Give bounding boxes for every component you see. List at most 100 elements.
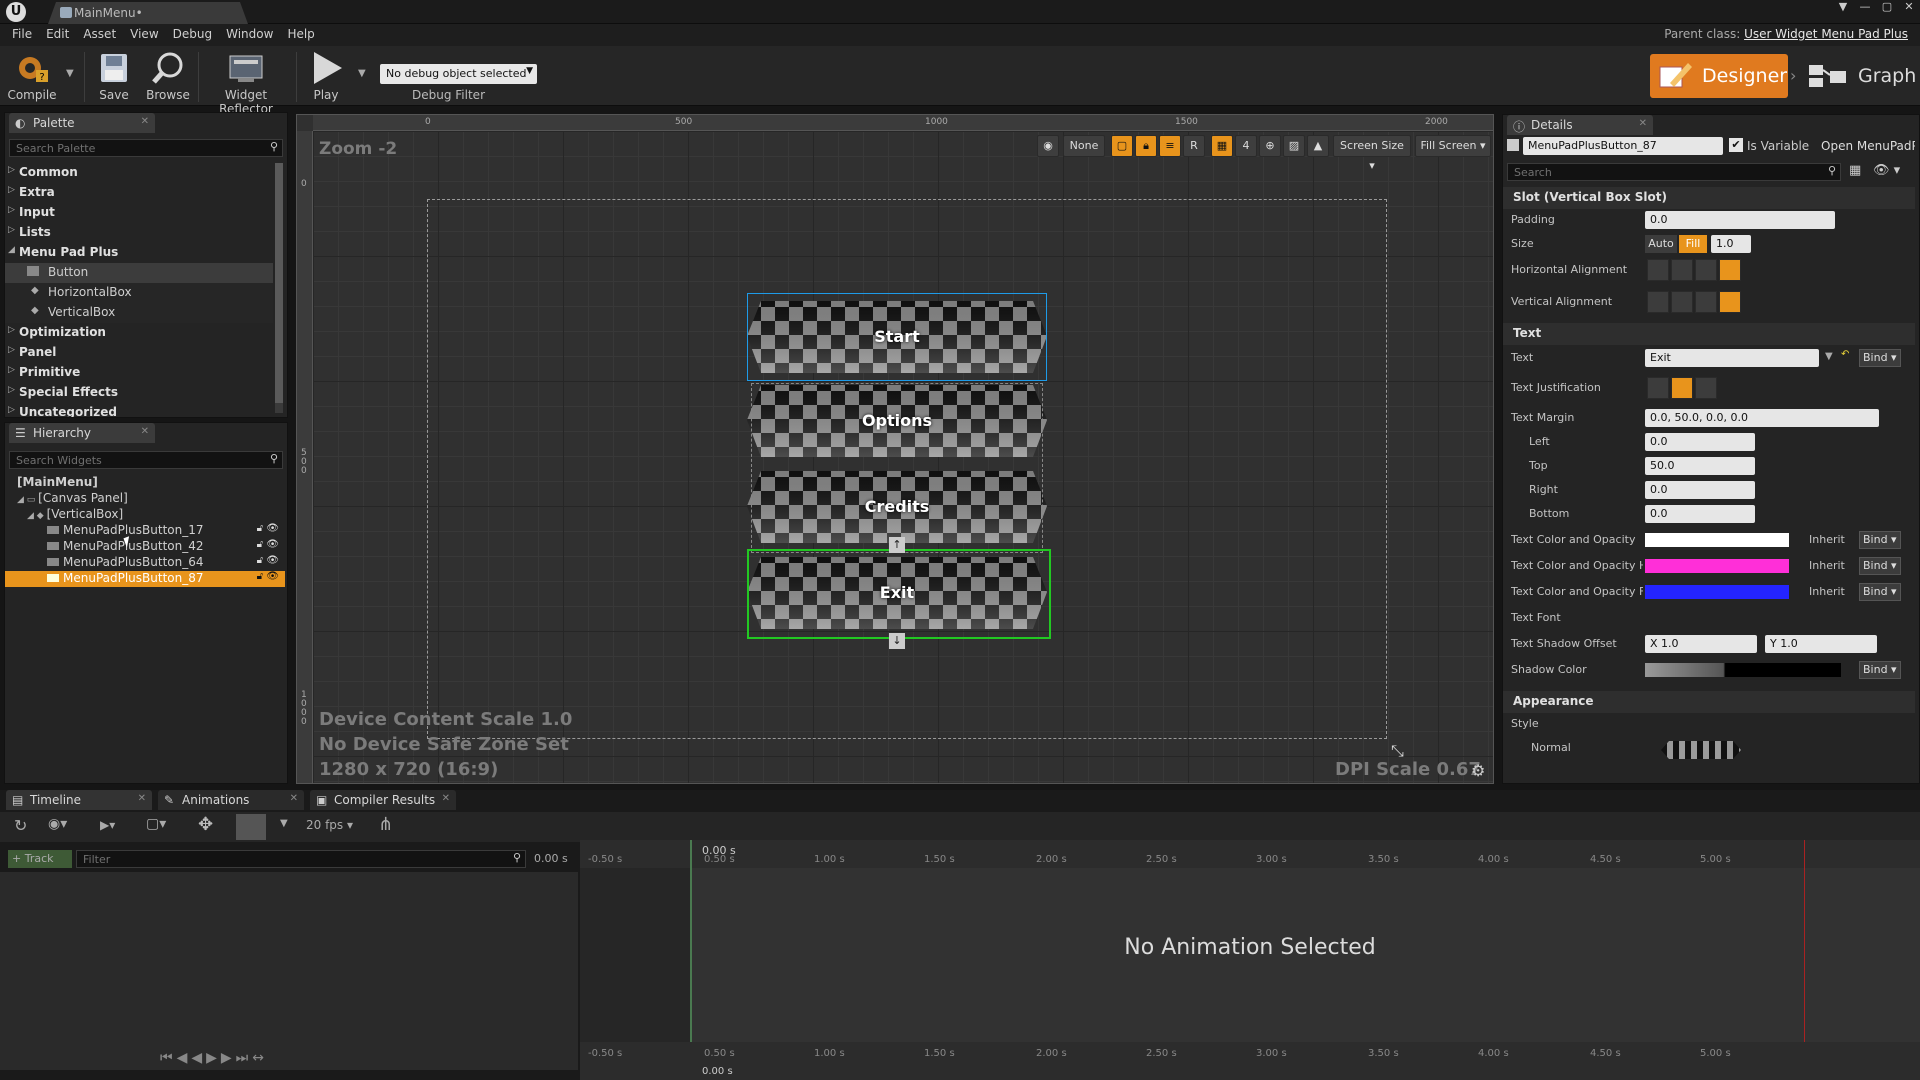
align-fill-icon[interactable]	[1719, 259, 1741, 281]
flow-direction-button[interactable]: None	[1063, 135, 1105, 157]
open-class-link[interactable]: Open MenuPadPl	[1821, 139, 1915, 153]
tree-row-button-42[interactable]: MenuPadPlusButton_42 🔓︎ 👁︎	[5, 539, 285, 555]
grid-snap-icon[interactable]: ▦	[1211, 135, 1233, 157]
close-icon[interactable]: ✕	[1639, 118, 1647, 129]
menu-debug[interactable]: Debug	[169, 24, 222, 46]
palette-category[interactable]: ▷ Panel	[5, 343, 273, 363]
close-button[interactable]: ✕	[1898, 0, 1920, 14]
color-focus-bind-button[interactable]: Bind ▾	[1859, 583, 1901, 601]
close-icon[interactable]: ✕	[141, 116, 149, 127]
tree-row-canvas-panel[interactable]: ◢ ▭ [Canvas Panel]	[5, 491, 285, 507]
align-middle-icon[interactable]	[1671, 291, 1693, 313]
debug-object-dropdown[interactable]: No debug object selected ▼	[380, 64, 537, 84]
track-filter-input[interactable]: Filter ⚲	[76, 850, 526, 868]
minimize-button[interactable]: —	[1854, 0, 1876, 14]
justify-center-icon[interactable]	[1671, 377, 1693, 399]
slot-section-header[interactable]: Slot (Vertical Box Slot)	[1503, 187, 1915, 209]
palette-category[interactable]: ▷ Special Effects	[5, 383, 273, 403]
resize-handle-icon[interactable]: ⤡	[1391, 741, 1404, 761]
menu-window[interactable]: Window	[222, 24, 283, 46]
widget-name-input[interactable]: MenuPadPlusButton_87	[1523, 137, 1723, 155]
menu-edit[interactable]: Edit	[42, 24, 79, 46]
tree-row-button-64[interactable]: MenuPadPlusButton_64 🔓︎ 👁︎	[5, 555, 285, 571]
palette-category[interactable]: ▷ Optimization	[5, 323, 273, 343]
compiler-results-tab[interactable]: ▣ Compiler Results ✕	[310, 790, 456, 810]
palette-tab[interactable]: ◐ Palette ✕	[9, 113, 155, 133]
color-bind-button[interactable]: Bind ▾	[1859, 531, 1901, 549]
shadow-offset-y-input[interactable]: Y 1.0	[1765, 635, 1877, 653]
align-bottom-icon[interactable]	[1695, 291, 1717, 313]
camera-icon[interactable]: ◉▾	[48, 816, 67, 832]
menu-view[interactable]: View	[126, 24, 168, 46]
shadow-offset-x-input[interactable]: X 1.0	[1645, 635, 1757, 653]
transport-controls[interactable]: ⏮◀◀▶▶⏭↔	[160, 1050, 268, 1066]
lock-eye-icon[interactable]: 🔓︎ 👁︎	[257, 539, 279, 550]
text-color-swatch[interactable]	[1645, 533, 1789, 547]
layout-toggle-icon[interactable]: ≡	[1159, 135, 1181, 157]
close-icon[interactable]: ✕	[442, 793, 450, 804]
size-fill-button[interactable]: Fill	[1679, 235, 1707, 253]
align-top-icon[interactable]	[1647, 291, 1669, 313]
size-value-input[interactable]: 1.0	[1711, 235, 1751, 253]
palette-search-input[interactable]: Search Palette ⚲	[9, 139, 283, 157]
animations-tab[interactable]: ✎ Animations ✕	[158, 790, 304, 810]
screen-size-dropdown[interactable]: Screen Size ▾	[1333, 135, 1411, 172]
details-search-input[interactable]: Search ⚲	[1507, 163, 1841, 181]
lock-eye-icon[interactable]: 🔓︎ 👁︎	[257, 555, 279, 566]
palette-item-horizontalbox[interactable]: ◆ HorizontalBox	[5, 283, 273, 303]
lock-icon[interactable]: 🔒︎	[1135, 135, 1157, 157]
frame-snap-button[interactable]	[236, 814, 266, 840]
browse-button[interactable]: Browse	[142, 50, 194, 106]
hierarchy-search-input[interactable]: Search Widgets ⚲	[9, 451, 283, 469]
zoom-fit-icon[interactable]: ⊕	[1259, 135, 1281, 157]
play-options-icon[interactable]: ▶▾	[100, 818, 115, 832]
margin-left-input[interactable]: 0.0	[1645, 433, 1755, 451]
play-options-arrow-icon[interactable]: ▼	[358, 68, 366, 79]
parent-class-link[interactable]: User Widget Menu Pad Plus	[1744, 27, 1908, 41]
tree-row-verticalbox[interactable]: ◢ ◆ [VerticalBox]	[5, 507, 285, 523]
property-matrix-icon[interactable]: ▦	[1849, 163, 1869, 181]
grid-size-button[interactable]: 4	[1235, 135, 1257, 157]
preview-image-icon[interactable]: ▨	[1283, 135, 1305, 157]
gear-icon[interactable]: ⚙	[1471, 761, 1485, 780]
color-hover-bind-button[interactable]: Bind ▾	[1859, 557, 1901, 575]
move-up-arrow-icon[interactable]: ↑	[889, 537, 905, 553]
hierarchy-tab[interactable]: ☰ Hierarchy ✕	[9, 423, 155, 443]
timeline-track-area[interactable]: -0.50 s 0.50 s 1.00 s 1.50 s 2.00 s 2.50…	[580, 840, 1920, 1080]
text-bind-button[interactable]: Bind ▾	[1859, 349, 1901, 367]
loop-icon[interactable]: ↻	[14, 816, 27, 835]
document-tab[interactable]: MainMenu•	[48, 2, 248, 24]
palette-item-verticalbox[interactable]: ◆ VerticalBox	[5, 303, 273, 323]
designer-mode-button[interactable]: Designer	[1650, 54, 1788, 98]
chevron-down-icon[interactable]: ▼	[1825, 351, 1833, 362]
chevron-down-icon[interactable]: ▼	[280, 818, 288, 829]
text-color-hover-swatch[interactable]	[1645, 559, 1789, 573]
justify-right-icon[interactable]	[1695, 377, 1717, 399]
text-font-label[interactable]: Text Font	[1511, 611, 1561, 631]
close-icon[interactable]: ✕	[141, 426, 149, 437]
warning-icon[interactable]: ▲	[1307, 135, 1329, 157]
size-auto-button[interactable]: Auto	[1645, 235, 1677, 253]
palette-category-expanded[interactable]: ◢ Menu Pad Plus	[5, 243, 273, 263]
margin-right-input[interactable]: 0.0	[1645, 481, 1755, 499]
text-section-header[interactable]: Text	[1503, 323, 1915, 345]
tree-row-button-17[interactable]: MenuPadPlusButton_17 🔓︎ 👁︎	[5, 523, 285, 539]
compile-options-arrow-icon[interactable]: ▼	[66, 68, 74, 79]
lock-eye-icon[interactable]: 🔓︎ 👁︎	[257, 571, 279, 582]
align-right-icon[interactable]	[1695, 259, 1717, 281]
text-margin-input[interactable]: 0.0, 50.0, 0.0, 0.0	[1645, 409, 1879, 427]
fps-dropdown[interactable]: 20 fps ▾	[306, 818, 353, 832]
respect-locks-button[interactable]: R	[1183, 135, 1205, 157]
compile-button[interactable]: ? Compile	[4, 50, 60, 106]
margin-bottom-input[interactable]: 0.0	[1645, 505, 1755, 523]
menu-file[interactable]: File	[8, 24, 42, 46]
appearance-section-header[interactable]: Appearance	[1503, 691, 1915, 713]
shadow-color-swatch[interactable]	[1645, 663, 1841, 677]
justify-left-icon[interactable]	[1647, 377, 1669, 399]
align-vfill-icon[interactable]	[1719, 291, 1741, 313]
graph-mode-button[interactable]: Graph	[1808, 54, 1918, 98]
add-track-button[interactable]: + Track	[8, 850, 72, 868]
menu-asset[interactable]: Asset	[79, 24, 126, 46]
align-center-icon[interactable]	[1671, 259, 1693, 281]
padding-input[interactable]: 0.0	[1645, 211, 1835, 229]
